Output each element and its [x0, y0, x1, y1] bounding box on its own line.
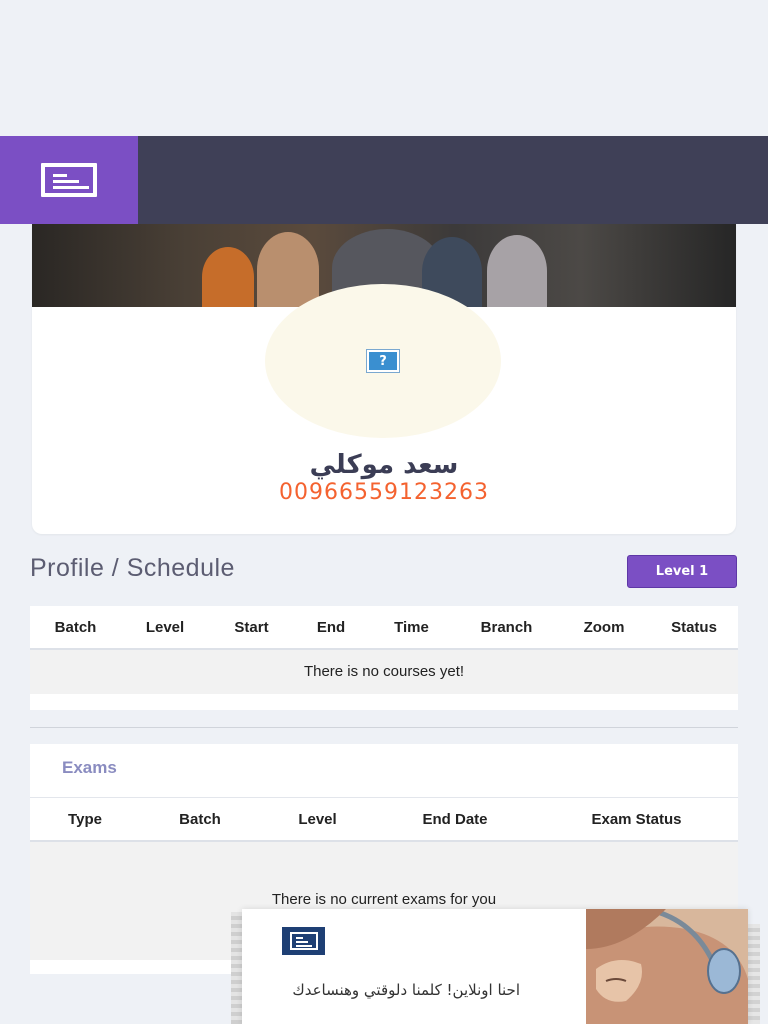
profile-card: ? سعد موكلي 00966559123263 — [32, 224, 736, 534]
section-divider — [30, 727, 738, 728]
level-button[interactable]: Level 1 — [627, 555, 737, 588]
popup-edge — [231, 912, 242, 1024]
exams-table-header: Type Batch Level End Date Exam Status — [30, 797, 738, 842]
column-header-start: Start — [234, 618, 269, 636]
column-header-end: End — [316, 618, 346, 636]
chat-message: احنا اونلاين! كلمنا دلوقتي وهنساعدك — [292, 981, 520, 999]
user-phone: 00966559123263 — [279, 480, 489, 505]
avatar[interactable]: ? — [265, 284, 501, 438]
popup-edge — [748, 924, 760, 1024]
column-header-batch: Batch — [179, 810, 221, 828]
user-name: سعد موكلي — [309, 450, 459, 480]
broken-image-icon: ? — [366, 349, 400, 373]
column-header-type: Type — [68, 810, 102, 828]
empty-state-message: There is no courses yet! — [30, 650, 738, 694]
column-header-end-date: End Date — [422, 810, 488, 828]
column-header-level: Level — [298, 810, 337, 828]
menu-toggle-button[interactable] — [0, 136, 138, 224]
column-header-exam-status: Exam Status — [591, 810, 682, 828]
support-agent-photo — [586, 909, 748, 1024]
chat-popup[interactable]: احنا اونلاين! كلمنا دلوقتي وهنساعدك — [242, 909, 748, 1024]
chat-logo-icon — [282, 927, 325, 955]
headset-agent-image — [586, 909, 748, 1024]
column-header-zoom: Zoom — [583, 618, 625, 636]
top-navbar — [0, 136, 768, 224]
column-header-time: Time — [394, 618, 429, 636]
schedule-table-header: Batch Level Start End Time Branch Zoom S… — [30, 606, 738, 650]
column-header-level: Level — [145, 618, 185, 636]
breadcrumb: Profile / Schedule — [30, 554, 235, 582]
column-header-branch: Branch — [480, 618, 533, 636]
column-header-batch: Batch — [54, 618, 97, 636]
exams-heading: Exams — [62, 758, 117, 777]
menu-icon — [41, 163, 97, 197]
column-header-status: Status — [671, 618, 717, 636]
schedule-table: Batch Level Start End Time Branch Zoom S… — [30, 606, 738, 710]
